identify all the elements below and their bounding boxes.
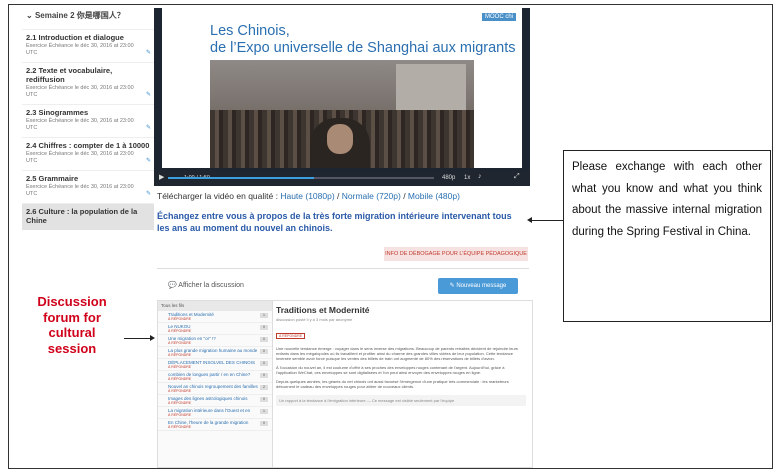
callout-instruction: Please exchange with each other what you… bbox=[563, 150, 771, 322]
lesson-item[interactable]: 2.2 Texte et vocabulaire, rediffusion Ex… bbox=[22, 62, 154, 104]
reply-box[interactable]: Un rapport à la tendance à l'émigration … bbox=[276, 395, 526, 406]
edit-icon: ✎ bbox=[145, 158, 151, 164]
download-links: Télécharger la vidéo en qualité : Haute … bbox=[157, 191, 460, 201]
quality-selector[interactable]: 480p bbox=[442, 175, 455, 181]
lesson-due: Exercice Échéance le déc 30, 2016 at 23:… bbox=[26, 85, 134, 98]
post-paragraph: À l'occasion du nouvel an, il est coutum… bbox=[276, 365, 505, 375]
new-message-button[interactable]: ✎ Nouveau message bbox=[438, 278, 518, 294]
lesson-item[interactable]: 2.4 Chiffres : compter de 1 à 10000 Exer… bbox=[22, 137, 154, 170]
brand-badge: MOOC chi bbox=[481, 13, 516, 21]
debug-info-button[interactable]: INFO DE DÉBOGAGE POUR L’ÉQUIPE PÉDAGOGIQ… bbox=[384, 247, 528, 261]
lesson-item[interactable]: 2.5 Grammaire Exercice Échéance le déc 3… bbox=[22, 170, 154, 203]
course-sidebar: ⌄ Semaine 2 你是哪国人？ 2.1 Introduction et d… bbox=[22, 8, 154, 230]
download-normal-link[interactable]: Normale (720p) bbox=[342, 191, 401, 201]
lesson-title: 2.1 Introduction et dialogue bbox=[26, 33, 124, 42]
edit-icon: ✎ bbox=[145, 92, 151, 98]
thread-filter[interactable]: Tous les fils bbox=[158, 301, 272, 311]
lesson-item[interactable]: 2.3 Sinogrammes Exercice Échéance le déc… bbox=[22, 104, 154, 137]
thread-item[interactable]: Le NUKOU À RÉPONDRE 0 bbox=[158, 323, 272, 335]
thread-list: Tous les fils Traditions et Modernité À R… bbox=[158, 301, 273, 467]
volume-icon[interactable]: ♪ bbox=[478, 173, 482, 180]
lesson-due: Exercice Échéance le déc 30, 2016 at 23:… bbox=[26, 184, 134, 197]
show-discussion-link[interactable]: 💬 Afficher la discussion bbox=[168, 281, 244, 289]
thread-detail: Traditions et Modernité discussion posté… bbox=[276, 305, 526, 406]
thread-item[interactable]: La plus grande migration humaine au mond… bbox=[158, 347, 272, 359]
progress-fill bbox=[168, 177, 315, 179]
download-mobile-link[interactable]: Mobile (480p) bbox=[408, 191, 460, 201]
thread-item[interactable]: combien de longues partir / en en Chine?… bbox=[158, 371, 272, 383]
thread-item[interactable]: La migration intérieure dans l'Ouest et … bbox=[158, 407, 272, 419]
post-paragraph: Depuis quelques années, les géants du ne… bbox=[276, 379, 509, 389]
video-controls: ▶ 1:00 / 1:50 480p 1x ♪ ⤢ bbox=[154, 170, 530, 186]
presenter bbox=[310, 118, 370, 168]
divider bbox=[157, 268, 529, 269]
lesson-due: Exercice Échéance le déc 30, 2016 at 23:… bbox=[26, 43, 134, 56]
callout-forum-label: Discussion forum for cultural session bbox=[37, 294, 107, 356]
discussion-forum: Tous les fils Traditions et Modernité À R… bbox=[157, 300, 533, 468]
lesson-item-active[interactable]: 2.6 Culture : la population de la Chine bbox=[22, 203, 154, 230]
thread-item[interactable]: Images des lignes astrologiques chinois À… bbox=[158, 395, 272, 407]
arrow-line bbox=[124, 338, 152, 339]
arrow-line bbox=[531, 220, 563, 221]
lesson-item[interactable]: 2.1 Introduction et dialogue Exercice Éc… bbox=[22, 29, 154, 62]
discussion-prompt: Échangez entre vous à propos de la très … bbox=[157, 211, 512, 233]
comment-icon: 💬 bbox=[168, 282, 179, 289]
thread-item[interactable]: Nouvel an chinois regroupement des famil… bbox=[158, 383, 272, 395]
speed-selector[interactable]: 1x bbox=[464, 175, 470, 181]
post-paragraph: Une nouvelle tendance émerge : voyager d… bbox=[276, 346, 518, 361]
post-tag: À RÉPONDRE bbox=[276, 333, 306, 339]
progress-bar[interactable] bbox=[168, 177, 434, 179]
slide-title: Les Chinois, de l’Expo universelle de Sh… bbox=[210, 23, 516, 56]
arrow-head bbox=[527, 217, 532, 223]
thread-item[interactable]: Traditions et Modernité À RÉPONDRE 1 bbox=[158, 311, 272, 323]
thread-item[interactable]: En Chine, l'heure de la grande migration… bbox=[158, 419, 272, 431]
week-title[interactable]: ⌄ Semaine 2 你是哪国人？ bbox=[26, 10, 154, 21]
post-title: Traditions et Modernité bbox=[276, 305, 370, 315]
lesson-title: 2.5 Grammaire bbox=[26, 174, 79, 183]
lesson-due: Exercice Échéance le déc 30, 2016 at 23:… bbox=[26, 151, 134, 164]
edit-icon: ✎ bbox=[145, 50, 151, 56]
lesson-title: 2.2 Texte et vocabulaire, rediffusion bbox=[26, 66, 113, 84]
video-slide: MOOC chi Les Chinois, de l’Expo universe… bbox=[162, 8, 522, 168]
thread-item[interactable]: Une migration en "or" !? À RÉPONDRE 0 bbox=[158, 335, 272, 347]
lesson-title: 2.3 Sinogrammes bbox=[26, 108, 89, 117]
edit-icon: ✎ bbox=[145, 191, 151, 197]
download-high-link[interactable]: Haute (1080p) bbox=[280, 191, 334, 201]
edit-icon: ✎ bbox=[145, 125, 151, 131]
video-player[interactable]: MOOC chi Les Chinois, de l’Expo universe… bbox=[154, 8, 530, 186]
play-icon[interactable]: ▶ bbox=[159, 173, 164, 181]
arrow-head bbox=[150, 335, 155, 341]
fullscreen-icon[interactable]: ⤢ bbox=[514, 173, 520, 181]
migration-photo bbox=[210, 60, 474, 168]
collapse-icon: ⌄ bbox=[26, 11, 35, 20]
thread-item[interactable]: DÉPLACEMENT INSOLVEL DES CHINOIS À RÉPOND… bbox=[158, 359, 272, 371]
lesson-due: Exercice Échéance le déc 30, 2016 at 23:… bbox=[26, 118, 134, 131]
station-building bbox=[396, 64, 466, 110]
lesson-title: 2.6 Culture : la population de la Chine bbox=[26, 207, 138, 225]
post-meta: discussion posté il y a 3 mois par anony… bbox=[276, 317, 353, 322]
lesson-title: 2.4 Chiffres : compter de 1 à 10000 bbox=[26, 141, 150, 150]
